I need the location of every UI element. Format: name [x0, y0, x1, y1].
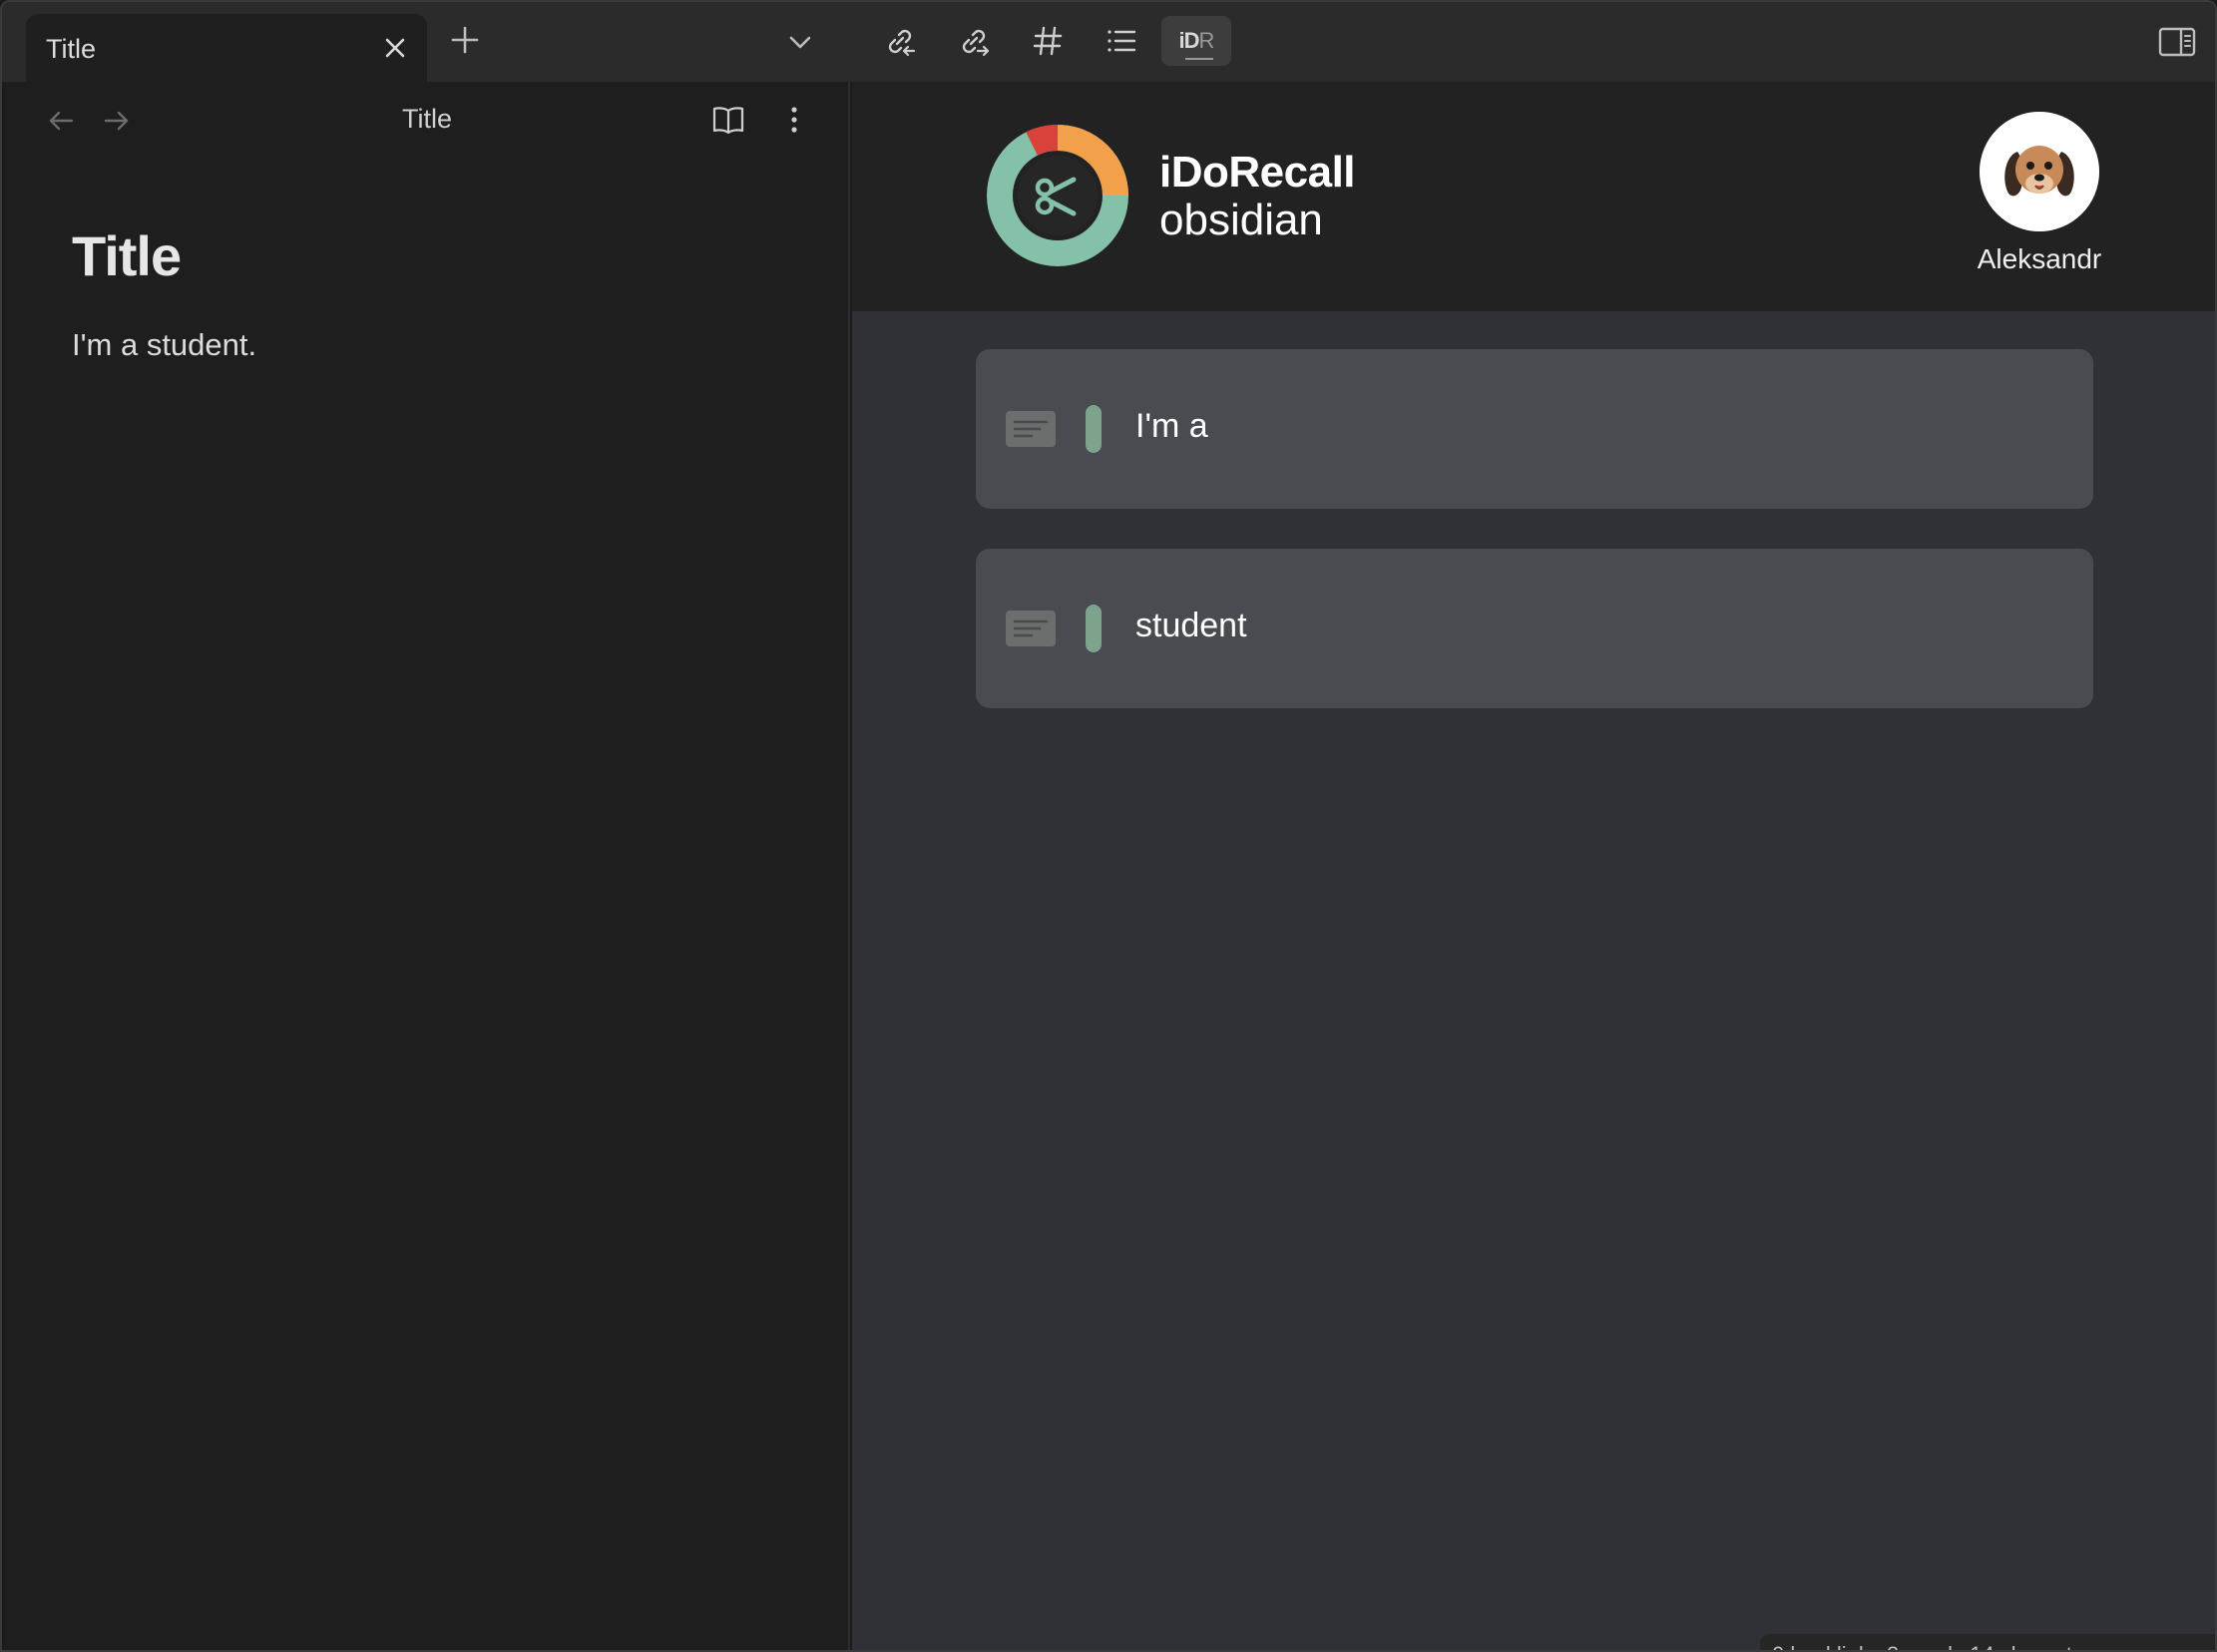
tags-button[interactable]: [1018, 16, 1078, 66]
card-status-pill: [1086, 405, 1102, 453]
right-sidebar-toggle-icon[interactable]: [2157, 24, 2197, 60]
chevron-down-icon[interactable]: [786, 28, 814, 56]
outgoing-links-button[interactable]: [944, 16, 1004, 66]
list-icon: [1108, 30, 1136, 52]
tab-title[interactable]: Title: [26, 14, 427, 82]
text-snippet-icon: [1006, 611, 1056, 646]
plugin-header: iDoRecall obsidian Aleksandr: [852, 82, 2215, 311]
brand-subtitle: obsidian: [1159, 196, 1323, 244]
more-vertical-icon[interactable]: [782, 102, 806, 138]
tab-title-label: Title: [46, 34, 97, 64]
card-text: I'm a: [1135, 407, 1208, 445]
hash-icon: [1033, 26, 1063, 56]
status-bar: 0 backlinks 3 words 14 characters: [1760, 1634, 2215, 1650]
idr-icon-underline: [1184, 58, 1214, 60]
recall-card[interactable]: I'm a: [976, 349, 2093, 509]
user-avatar[interactable]: [1980, 112, 2099, 231]
recall-card[interactable]: student: [976, 549, 2093, 708]
idorecall-plugin-pane: iDoRecall obsidian Aleksandr I'm a stude…: [852, 82, 2215, 1650]
dog-avatar-icon: [1980, 112, 2099, 231]
backlinks-button[interactable]: [870, 16, 930, 66]
brand-name: iDoRecall: [1159, 148, 1356, 197]
idorecall-icon: iDR: [1178, 28, 1215, 60]
idorecall-plugin-button[interactable]: iDR: [1161, 16, 1231, 66]
tab-bar: Title iDR: [2, 2, 2215, 82]
user-name[interactable]: Aleksandr: [1940, 243, 2139, 275]
note-heading[interactable]: Title: [72, 223, 182, 288]
book-open-icon[interactable]: [710, 102, 746, 138]
idr-icon-r-text: R: [1198, 28, 1215, 53]
outgoing-links-icon: [962, 29, 990, 57]
card-text: student: [1135, 607, 1247, 644]
new-tab-plus-icon[interactable]: [449, 24, 481, 56]
idr-icon-id-text: iD: [1178, 28, 1200, 53]
idorecall-logo-icon: [987, 125, 1128, 266]
backlinks-icon: [888, 29, 916, 57]
text-snippet-icon: [1006, 411, 1056, 447]
close-icon[interactable]: [381, 34, 409, 62]
note-body-text[interactable]: I'm a student.: [72, 327, 256, 363]
obsidian-window: Title iDR Title Title I'm a student. iDo…: [0, 0, 2217, 1652]
outline-button[interactable]: [1092, 16, 1151, 66]
card-status-pill: [1086, 605, 1102, 652]
note-editor-pane: Title Title I'm a student.: [6, 82, 850, 1650]
